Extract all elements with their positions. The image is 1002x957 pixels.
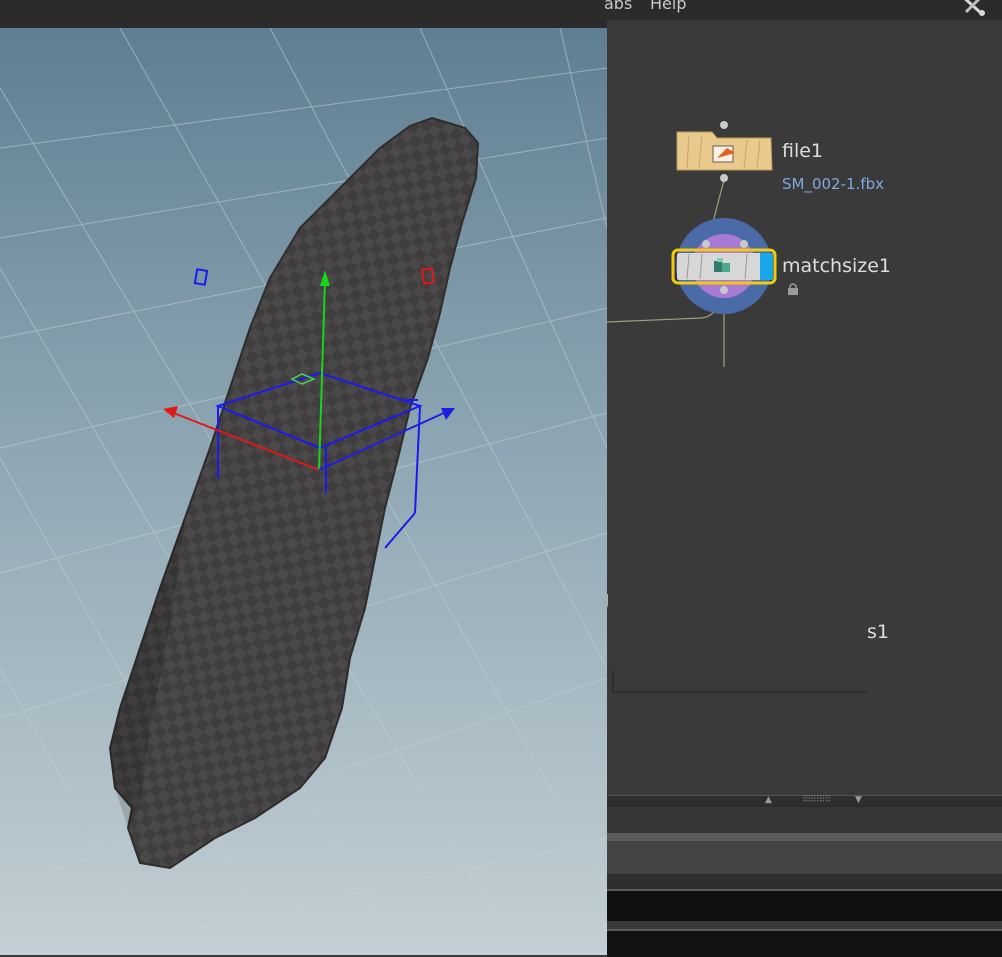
tools-icon[interactable]	[958, 0, 988, 18]
collapse-down-icon[interactable]: ▼	[855, 795, 862, 805]
panel-header	[607, 841, 1002, 875]
pane-divider[interactable]: ▲ ⠿⠿⠿⠿⠿ ▼	[607, 795, 1002, 806]
panel-gap-2	[607, 921, 1002, 929]
node-file1-filename: SM_002-1.fbx	[782, 175, 884, 193]
partial-label-g: g	[607, 586, 610, 610]
node-matchsize1-label: matchsize1	[782, 255, 892, 277]
network-editor[interactable]: file1 SM_002-1.fbx matchsize1 n g · s1	[607, 20, 1002, 795]
scene-viewport[interactable]	[0, 28, 607, 955]
panel-field-1[interactable]	[607, 889, 1002, 923]
menu-item-tabs[interactable]: abs	[604, 0, 632, 14]
node-matchsize1[interactable]	[671, 218, 777, 314]
panel-field-2[interactable]	[607, 929, 1002, 957]
partial-label-n: n	[607, 402, 608, 418]
panel-gap	[607, 875, 1002, 889]
panel-toolbar	[607, 806, 1002, 833]
partial-label-s1: s1	[867, 621, 889, 643]
node-file1-label: file1	[782, 140, 824, 162]
collapse-up-icon[interactable]: ▲	[765, 795, 772, 805]
partial-frame	[612, 670, 867, 693]
drag-grip-icon[interactable]: ⠿⠿⠿⠿⠿	[802, 795, 831, 805]
node-file1[interactable]	[676, 121, 773, 182]
lock-icon[interactable]	[786, 281, 800, 295]
panel-separator	[607, 833, 1002, 841]
menu-item-help[interactable]: Help	[650, 0, 686, 14]
